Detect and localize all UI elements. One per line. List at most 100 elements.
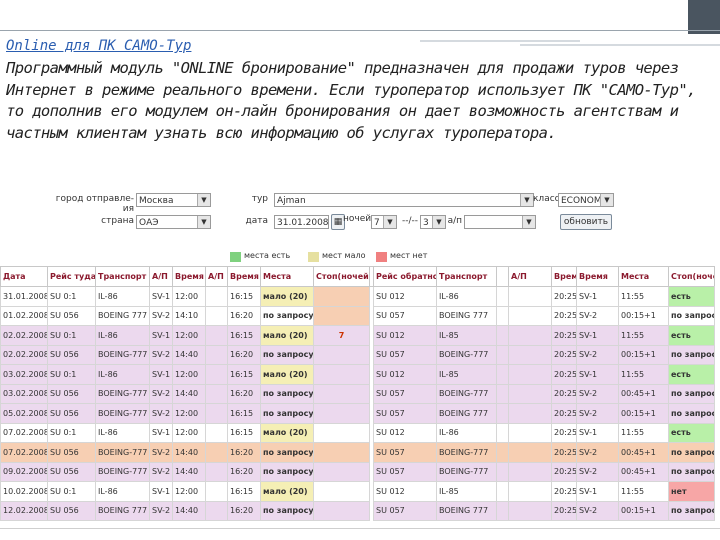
table-row[interactable]: 01.02.2008 SU 056 BOEING 777 SV-2 14:10 16:20…: [0, 305, 715, 326]
column-header[interactable]: Места: [618, 266, 669, 287]
table-row[interactable]: 02.02.2008 SU 0:1 IL-86 SV-1 12:00 16:15 мало …: [0, 325, 715, 346]
column-header[interactable]: А/П: [508, 266, 552, 287]
seats-cell: есть: [668, 325, 715, 346]
column-header[interactable]: Время: [576, 266, 619, 287]
table-cell: SU 057: [373, 383, 437, 404]
seats-cell: по запросу: [668, 305, 715, 326]
header-rule: [0, 30, 720, 31]
table-cell: [205, 422, 228, 443]
column-header[interactable]: Время: [551, 266, 577, 287]
table-row[interactable]: 07.02.2008 SU 056 BOEING-777 SV-2 14:40 16:20…: [0, 442, 715, 463]
table-cell: [508, 344, 552, 365]
chevron-down-icon[interactable]: ▼: [197, 194, 210, 206]
table-cell: [496, 325, 509, 346]
column-header[interactable]: Рейс туда: [47, 266, 96, 287]
table-row[interactable]: 03.02.2008 SU 056 BOEING-777 SV-2 14:40 16:20…: [0, 383, 715, 404]
table-cell: SV-1: [149, 422, 173, 443]
table-cell: SU 012: [373, 325, 437, 346]
column-header[interactable]: Рейс обратно: [373, 266, 437, 287]
table-cell: 00:45+1: [618, 461, 669, 482]
table-cell: [508, 403, 552, 424]
table-cell: SU 056: [47, 383, 96, 404]
nights-from-select[interactable]: 7 ▼: [371, 215, 397, 229]
page-title[interactable]: Online для ПК САМО-Тур: [6, 38, 191, 54]
table-cell: [496, 442, 509, 463]
table-cell: SU 057: [373, 461, 437, 482]
table-row[interactable]: 07.02.2008 SU 0:1 IL-86 SV-1 12:00 16:15 мало …: [0, 422, 715, 443]
city-select[interactable]: Москва ▼: [136, 193, 211, 207]
table-cell: 20:25: [551, 286, 577, 307]
table-cell: 20:25: [551, 500, 577, 521]
table-cell: [496, 422, 509, 443]
table-row[interactable]: 10.02.2008 SU 0:1 IL-86 SV-1 12:00 16:15 мало …: [0, 481, 715, 502]
column-header[interactable]: Транспорт: [95, 266, 150, 287]
column-header[interactable]: Стоп(ночей): [668, 266, 715, 287]
table-cell: IL-85: [436, 481, 497, 502]
table-row[interactable]: 31.01.2008 SU 0:1 IL-86 SV-1 12:00 16:15 мало …: [0, 286, 715, 307]
table-cell: [508, 442, 552, 463]
column-header[interactable]: А/П: [205, 266, 228, 287]
table-cell: 16:20: [227, 500, 261, 521]
chevron-down-icon[interactable]: ▼: [520, 194, 533, 206]
class-select[interactable]: ECONOM ▼: [558, 193, 614, 207]
table-cell: 20:25: [551, 325, 577, 346]
table-cell: IL-86: [95, 286, 150, 307]
stop-cell: [313, 442, 370, 463]
table-cell: [508, 383, 552, 404]
stop-cell: 7: [313, 325, 370, 346]
refresh-button[interactable]: обновить: [560, 214, 612, 230]
table-cell: SU 056: [47, 403, 96, 424]
table-row[interactable]: 12.02.2008 SU 056 BOEING 777 SV-2 14:40 16:20…: [0, 500, 715, 521]
chevron-down-icon[interactable]: ▼: [600, 194, 613, 206]
table-cell: 09.02.2008: [0, 461, 48, 482]
chevron-down-icon[interactable]: ▼: [522, 216, 535, 228]
country-select[interactable]: ОАЭ ▼: [136, 215, 211, 229]
table-cell: IL-86: [95, 481, 150, 502]
table-cell: SV-1: [149, 286, 173, 307]
column-header[interactable]: Время: [227, 266, 261, 287]
table-row[interactable]: 02.02.2008 SU 056 BOEING-777 SV-2 14:40 16:20…: [0, 344, 715, 365]
table-row[interactable]: 09.02.2008 SU 056 BOEING-777 SV-2 14:40 16:20…: [0, 461, 715, 482]
table-cell: BOEING-777: [95, 442, 150, 463]
table-cell: 12:00: [172, 403, 206, 424]
column-header[interactable]: Места: [260, 266, 314, 287]
table-cell: [496, 305, 509, 326]
stop-cell: [313, 403, 370, 424]
column-header[interactable]: Транспорт: [436, 266, 497, 287]
table-cell: SU 057: [373, 442, 437, 463]
table-cell: 16:15: [227, 481, 261, 502]
table-cell: BOEING-777: [95, 461, 150, 482]
table-cell: SU 057: [373, 403, 437, 424]
table-cell: [205, 325, 228, 346]
column-header[interactable]: Время: [172, 266, 206, 287]
table-cell: IL-85: [436, 364, 497, 385]
table-header-row: Дата Рейс туда Транспорт А/П Время А/П В…: [0, 266, 715, 287]
table-cell: 01.02.2008: [0, 305, 48, 326]
date-input[interactable]: 31.01.2008: [274, 215, 329, 229]
table-cell: 07.02.2008: [0, 442, 48, 463]
column-header[interactable]: А/П: [149, 266, 173, 287]
table-cell: 20:25: [551, 403, 577, 424]
stop-cell: [313, 286, 370, 307]
seats-cell: по запросу: [260, 383, 314, 404]
column-header: [496, 266, 509, 287]
seats-cell: есть: [668, 286, 715, 307]
column-header[interactable]: Дата: [0, 266, 48, 287]
chevron-down-icon[interactable]: ▼: [432, 216, 445, 228]
table-row[interactable]: 05.02.2008 SU 056 BOEING-777 SV-2 12:00 16:15…: [0, 403, 715, 424]
chevron-down-icon[interactable]: ▼: [197, 216, 210, 228]
tour-select[interactable]: Ajman ▼: [274, 193, 534, 207]
table-cell: 12:00: [172, 422, 206, 443]
table-cell: 20:25: [551, 364, 577, 385]
table-cell: 05.02.2008: [0, 403, 48, 424]
column-header[interactable]: Стоп(ночей): [313, 266, 370, 287]
nights-to-select[interactable]: 3 ▼: [420, 215, 446, 229]
table-cell: BOEING-777: [95, 344, 150, 365]
table-row[interactable]: 03.02.2008 SU 0:1 IL-86 SV-1 12:00 16:15 мало …: [0, 364, 715, 385]
chevron-down-icon[interactable]: ▼: [383, 216, 396, 228]
table-cell: IL-85: [436, 325, 497, 346]
table-cell: [508, 422, 552, 443]
extra-select[interactable]: ▼: [464, 215, 536, 229]
table-cell: [205, 461, 228, 482]
stop-cell: [313, 500, 370, 521]
